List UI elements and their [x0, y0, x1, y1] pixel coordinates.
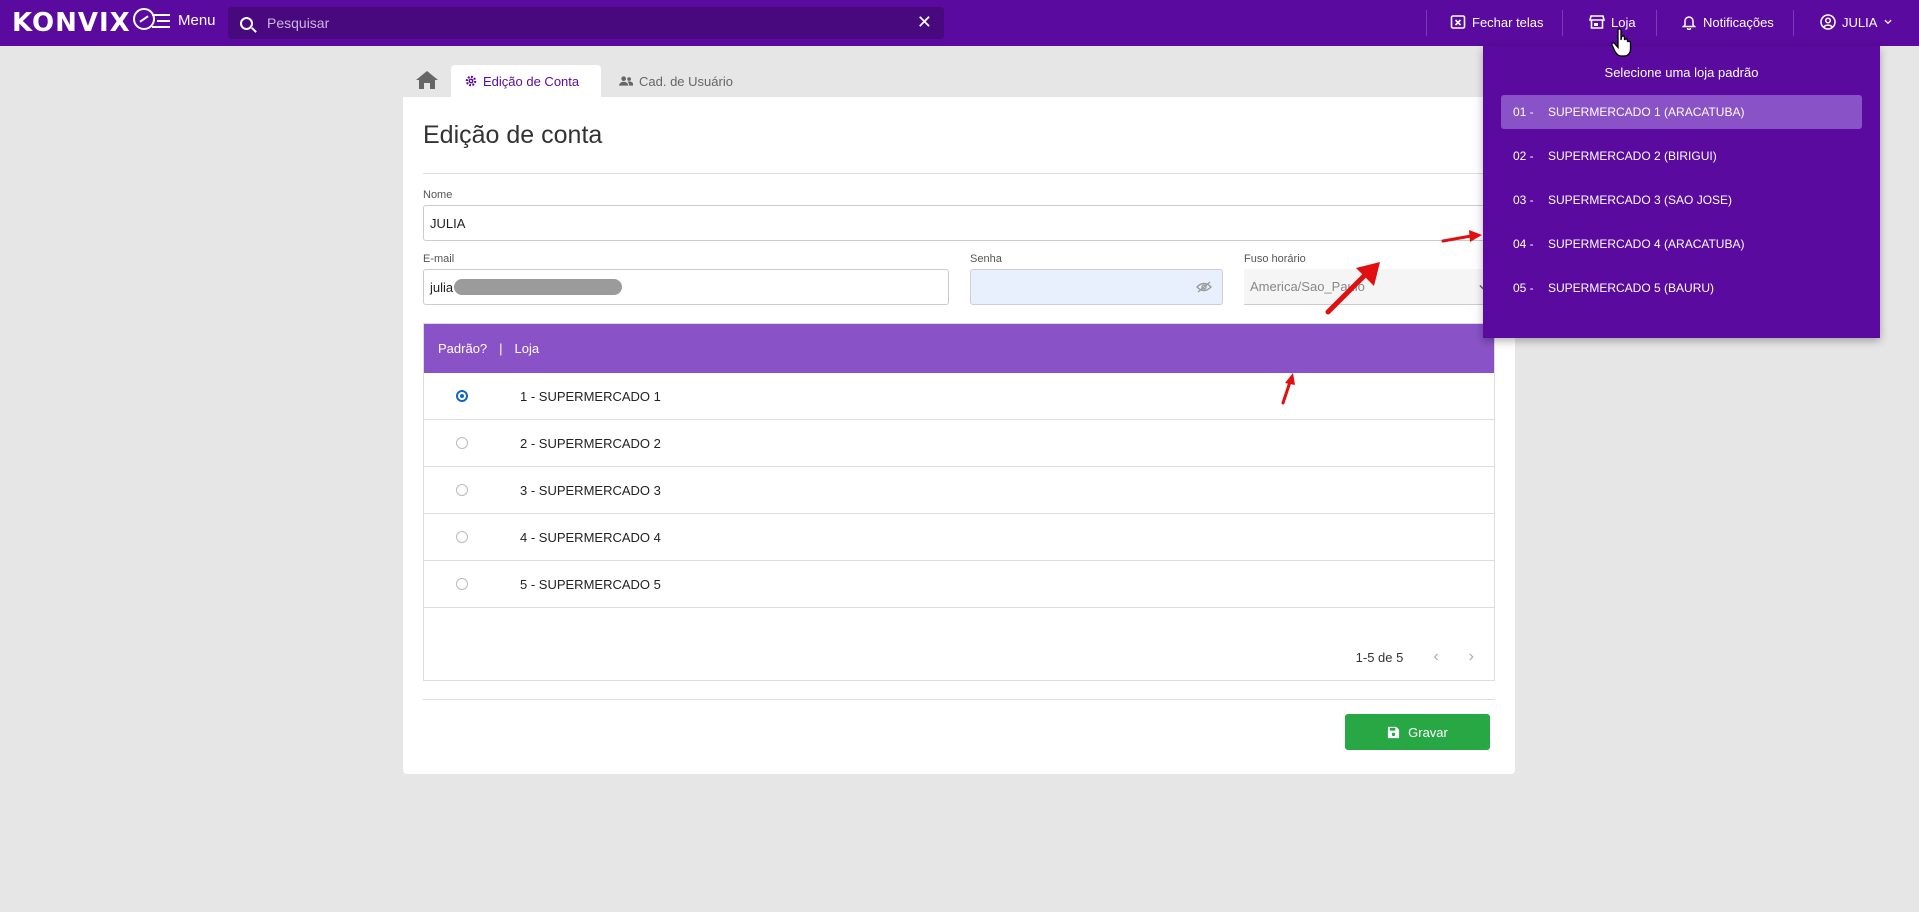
item-number: 01 - [1513, 105, 1534, 119]
menu-button[interactable]: Menu [152, 12, 216, 29]
dropdown-item-loja-01[interactable]: 01 - SUPERMERCADO 1 (ARACATUBA) [1501, 95, 1862, 129]
gear-icon [465, 75, 477, 87]
hand-cursor-icon [1611, 28, 1632, 57]
clear-search-icon[interactable]: ✕ [917, 12, 932, 33]
user-menu-button[interactable]: JULIA [1820, 14, 1893, 30]
store-icon [1589, 15, 1605, 29]
users-icon [619, 76, 633, 86]
loja-cell: 5 - SUPERMERCADO 5 [520, 576, 661, 592]
padrao-radio[interactable] [456, 578, 468, 590]
item-name: SUPERMERCADO 1 (ARACATUBA) [1548, 105, 1745, 119]
item-name: SUPERMERCADO 3 (SAO JOSE) [1548, 193, 1733, 207]
menu-label: Menu [178, 12, 216, 29]
floppy-disk-icon [1388, 726, 1400, 738]
nome-label: Nome [423, 189, 453, 201]
account-edit-card: Edição de conta Nome JULIA E-mail julia … [403, 97, 1515, 774]
close-windows-icon [1450, 15, 1466, 29]
fechar-telas-button[interactable]: Fechar telas [1450, 14, 1544, 30]
nome-field[interactable]: JULIA [423, 205, 1495, 241]
konvix-logo[interactable]: KONVIX [12, 8, 155, 38]
chevron-left-icon[interactable]: ‹ [1433, 648, 1438, 666]
item-number: 02 - [1513, 149, 1534, 163]
annotation-arrow-icon [1325, 262, 1380, 315]
tab-edicao-de-conta[interactable]: Edição de Conta [451, 65, 601, 97]
search-input[interactable] [267, 15, 907, 31]
item-name: SUPERMERCADO 5 (BAURU) [1548, 281, 1715, 295]
padrao-radio[interactable] [456, 531, 468, 543]
eye-off-icon[interactable] [1196, 281, 1212, 293]
chevron-right-icon[interactable]: › [1469, 648, 1474, 666]
divider [1562, 10, 1563, 36]
redacted-block [454, 279, 623, 295]
home-icon[interactable] [414, 69, 440, 91]
user-label: JULIA [1842, 14, 1878, 30]
column-loja: Loja [514, 341, 540, 356]
item-name: SUPERMERCADO 4 (ARACATUBA) [1548, 237, 1745, 251]
pagination-info: 1-5 de 5 [1355, 649, 1404, 665]
dropdown-item-loja-02[interactable]: 02 - SUPERMERCADO 2 (BIRIGUI) [1501, 139, 1862, 173]
bell-icon [1681, 16, 1697, 30]
divider [1426, 10, 1427, 36]
notificacoes-label: Notificações [1703, 14, 1774, 30]
lojas-table: Padrão? | Loja 1 - SUPERMERCADO 1 2 - SU… [423, 323, 1495, 681]
item-number: 04 - [1513, 237, 1534, 251]
divider [423, 699, 1495, 700]
email-field[interactable]: julia [423, 269, 949, 305]
dropdown-item-loja-04[interactable]: 04 - SUPERMERCADO 4 (ARACATUBA) [1501, 227, 1862, 261]
gravar-label: Gravar [1408, 724, 1448, 740]
table-row: 2 - SUPERMERCADO 2 [424, 420, 1494, 467]
loja-cell: 4 - SUPERMERCADO 4 [520, 529, 661, 545]
padrao-radio[interactable] [456, 484, 468, 496]
email-label: E-mail [423, 253, 455, 265]
item-number: 03 - [1513, 193, 1534, 207]
menu-icon [152, 13, 170, 28]
user-avatar-icon [1820, 14, 1836, 30]
divider [423, 173, 1495, 174]
table-row: 1 - SUPERMERCADO 1 [424, 373, 1494, 420]
dropdown-item-loja-03[interactable]: 03 - SUPERMERCADO 3 (SAO JOSE) [1501, 183, 1862, 217]
padrao-radio[interactable] [456, 437, 468, 449]
senha-field[interactable] [970, 269, 1223, 305]
annotation-arrow-icon [1441, 230, 1482, 243]
loja-cell: 1 - SUPERMERCADO 1 [520, 388, 661, 404]
pagination: 1-5 de 5 ‹ › [1356, 648, 1474, 666]
search-icon [240, 16, 253, 30]
annotation-arrow-icon [1281, 373, 1295, 405]
fuso-label: Fuso horário [1244, 253, 1306, 265]
loja-dropdown: Selecione uma loja padrão 01 - SUPERMERC… [1483, 46, 1880, 338]
table-row: 3 - SUPERMERCADO 3 [424, 467, 1494, 514]
senha-label: Senha [970, 253, 1002, 265]
logo-text: KONVIX [12, 8, 131, 38]
search-bar: ✕ [228, 7, 944, 39]
tab-cad-de-usuario[interactable]: Cad. de Usuário [605, 65, 747, 97]
item-name: SUPERMERCADO 2 (BIRIGUI) [1548, 149, 1717, 163]
nome-value: JULIA [430, 215, 466, 231]
table-row: 5 - SUPERMERCADO 5 [424, 561, 1494, 608]
column-padrao: Padrão? [438, 341, 488, 356]
divider [1793, 10, 1794, 36]
gravar-button[interactable]: Gravar [1345, 714, 1490, 750]
fechar-telas-label: Fechar telas [1472, 14, 1544, 30]
tab-label: Cad. de Usuário [639, 73, 733, 89]
tab-label: Edição de Conta [483, 73, 580, 89]
loja-cell: 2 - SUPERMERCADO 2 [520, 435, 661, 451]
chevron-down-icon [1884, 19, 1892, 25]
dropdown-item-loja-05[interactable]: 05 - SUPERMERCADO 5 (BAURU) [1501, 271, 1862, 305]
column-separator: | [499, 341, 503, 356]
padrao-radio[interactable] [456, 390, 468, 402]
table-header: Padrão? | Loja [424, 324, 1494, 373]
dropdown-title: Selecione uma loja padrão [1604, 65, 1759, 80]
notificacoes-button[interactable]: Notificações [1681, 14, 1774, 30]
loja-cell: 3 - SUPERMERCADO 3 [520, 482, 661, 498]
divider [1656, 10, 1657, 36]
page-title: Edição de conta [423, 121, 603, 149]
table-row: 4 - SUPERMERCADO 4 [424, 514, 1494, 561]
item-number: 05 - [1513, 281, 1534, 295]
email-value: julia [430, 279, 454, 295]
